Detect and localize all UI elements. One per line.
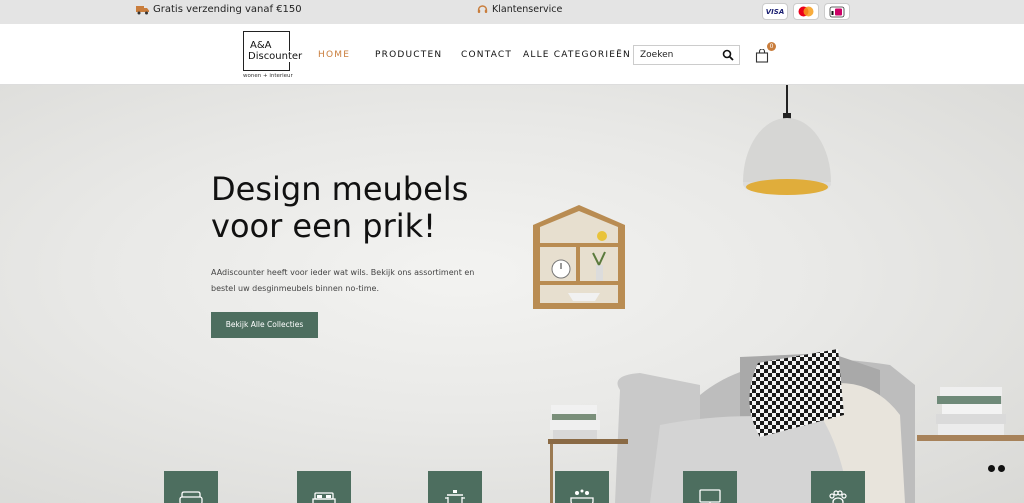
category-bed[interactable] (297, 471, 351, 503)
category-pets[interactable] (811, 471, 865, 503)
site-logo[interactable]: A&A Discounter wonen + interieur (243, 30, 305, 80)
headset-icon (477, 5, 488, 13)
hero-room-illustration (533, 85, 1024, 503)
right-table-icon (917, 387, 1024, 441)
search-input[interactable] (634, 46, 720, 64)
bed-icon (312, 492, 336, 503)
cart-count-badge: 0 (767, 42, 776, 51)
customer-service-label: Klantenservice (492, 4, 563, 15)
category-sofa[interactable] (164, 471, 218, 503)
logo-line-1: A&A (250, 40, 272, 51)
category-electronics[interactable] (683, 471, 737, 503)
pendant-lamp-icon (743, 85, 831, 195)
visa-icon: VISA (762, 3, 788, 20)
logo-line-2: Discounter (248, 51, 305, 62)
accessibility-widget-icon[interactable] (988, 465, 1005, 472)
category-bathroom[interactable] (555, 471, 609, 503)
hero-subtitle: AAdiscounter heeft voor ieder wat wils. … (211, 268, 475, 293)
nav-contact[interactable]: CONTACT (461, 50, 512, 60)
free-shipping-notice: Gratis verzending vanaf €150 (136, 4, 302, 15)
search-box (633, 45, 740, 65)
shipping-text: Gratis verzending vanaf €150 (153, 4, 302, 15)
mastercard-icon (793, 3, 819, 20)
ideal-icon (824, 3, 850, 20)
bathtub-icon (570, 489, 594, 503)
top-info-bar: Gratis verzending vanaf €150 Klantenserv… (0, 0, 1024, 24)
nav-producten[interactable]: PRODUCTEN (375, 50, 442, 60)
customer-service-link[interactable]: Klantenservice (477, 4, 562, 15)
monitor-icon (699, 489, 721, 503)
sofa-icon (179, 491, 203, 503)
hero-banner: Design meubels voor een prik! AAdiscount… (0, 85, 1024, 503)
site-header: A&A Discounter wonen + interieur HOME PR… (0, 24, 1024, 85)
search-icon[interactable] (722, 49, 734, 61)
payment-methods: VISA (762, 3, 850, 20)
category-kitchen[interactable] (428, 471, 482, 503)
logo-tagline: wonen + interieur (243, 73, 293, 79)
shopping-bag-icon (755, 49, 769, 63)
nav-home[interactable]: HOME (318, 50, 350, 60)
house-shelf-icon (533, 205, 625, 309)
view-all-collections-button[interactable]: Bekijk Alle Collecties (211, 312, 318, 338)
cart-button[interactable]: 0 (755, 42, 777, 66)
nav-alle-categorieen[interactable]: ALLE CATEGORIEËN (523, 50, 631, 60)
hero-title: Design meubels voor een prik! (211, 170, 469, 245)
cooking-pot-icon (445, 490, 465, 503)
delivery-truck-icon (136, 5, 149, 14)
paw-icon (829, 490, 847, 503)
